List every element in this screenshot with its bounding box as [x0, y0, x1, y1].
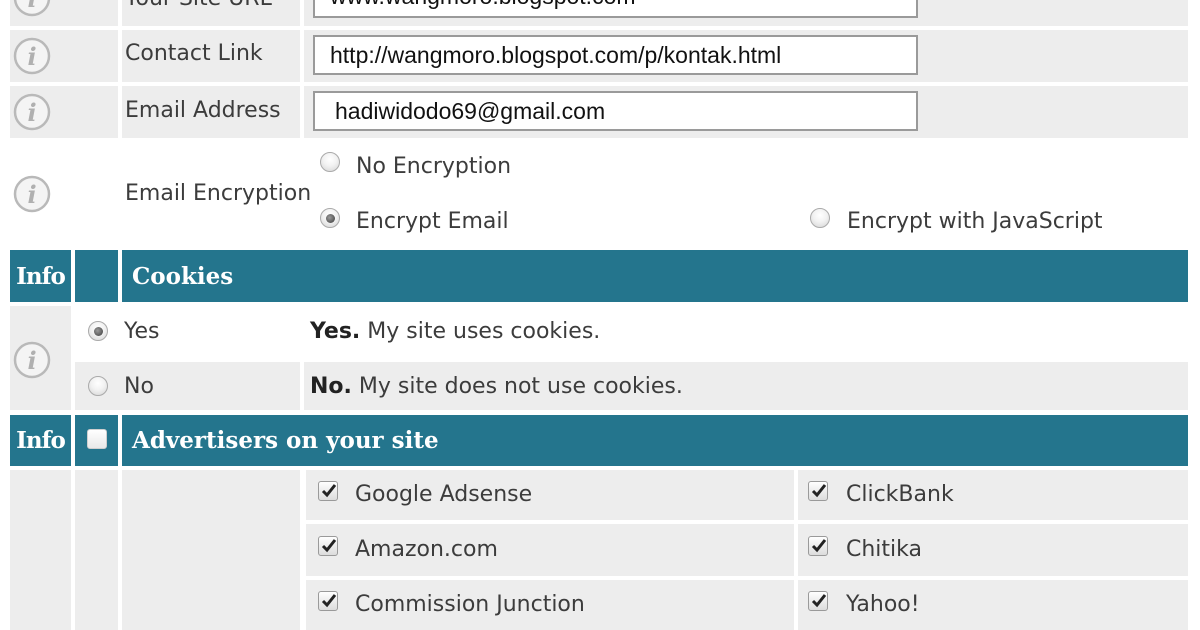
svg-text:i: i: [27, 180, 36, 209]
google-adsense-label[interactable]: Google Adsense: [355, 484, 532, 506]
info-icon[interactable]: i: [12, 92, 52, 132]
svg-text:i: i: [27, 346, 36, 375]
chitika-checkbox[interactable]: [808, 536, 828, 556]
info-icon[interactable]: i: [12, 340, 52, 380]
yahoo-checkbox[interactable]: [808, 591, 828, 611]
cookies-yes-description: Yes. My site uses cookies.: [310, 321, 600, 343]
cookies-yes-desc: My site uses cookies.: [367, 319, 601, 344]
cookies-no-radio[interactable]: [88, 376, 108, 396]
cookies-yes-label[interactable]: Yes: [124, 321, 160, 343]
info-icon[interactable]: i: [12, 36, 52, 76]
info-icon[interactable]: i: [12, 174, 52, 214]
cookies-no-desc: My site does not use cookies.: [358, 374, 683, 399]
cookies-info-heading: Info: [10, 250, 71, 302]
cookies-no-label[interactable]: No: [124, 376, 154, 398]
email-encryption-label: Email Encryption: [125, 181, 312, 206]
cookies-yes-radio[interactable]: [88, 321, 108, 341]
select-all-advertisers-checkbox[interactable]: [87, 429, 107, 449]
encrypt-email-radio[interactable]: [320, 208, 340, 228]
cookies-no-description: No. My site does not use cookies.: [310, 376, 683, 398]
clickbank-label[interactable]: ClickBank: [846, 484, 954, 506]
advertisers-title: Advertisers on your site: [132, 415, 439, 466]
contact-link-field[interactable]: http://wangmoro.blogspot.com/p/kontak.ht…: [313, 35, 918, 75]
clickbank-checkbox[interactable]: [808, 481, 828, 501]
info-icon[interactable]: i: [12, 0, 52, 18]
yahoo-label[interactable]: Yahoo!: [846, 594, 920, 616]
cookies-title: Cookies: [132, 250, 234, 302]
cookies-yes-bold: Yes.: [310, 319, 361, 344]
svg-text:i: i: [27, 0, 36, 13]
email-address-value: hadiwidodo69@gmail.com: [335, 97, 606, 124]
commission-junction-label[interactable]: Commission Junction: [355, 594, 585, 616]
amazon-label[interactable]: Amazon.com: [355, 539, 498, 561]
encrypt-email-label[interactable]: Encrypt Email: [356, 211, 509, 233]
no-encryption-label[interactable]: No Encryption: [356, 156, 511, 178]
svg-text:i: i: [27, 42, 36, 71]
email-address-field[interactable]: hadiwidodo69@gmail.com: [313, 91, 918, 131]
commission-junction-checkbox[interactable]: [318, 591, 338, 611]
chitika-label[interactable]: Chitika: [846, 539, 922, 561]
svg-text:i: i: [27, 98, 36, 127]
advertisers-info-heading: Info: [10, 415, 71, 466]
contact-link-label: Contact Link: [125, 41, 263, 66]
site-url-value: www.wangmoro.blogspot.com: [330, 0, 636, 10]
email-address-label: Email Address: [125, 98, 281, 123]
google-adsense-checkbox[interactable]: [318, 481, 338, 501]
encrypt-javascript-label[interactable]: Encrypt with JavaScript: [847, 211, 1103, 233]
site-url-field[interactable]: www.wangmoro.blogspot.com: [313, 0, 918, 18]
cookies-no-bold: No.: [310, 374, 352, 399]
encrypt-javascript-radio[interactable]: [810, 208, 830, 228]
contact-link-value: http://wangmoro.blogspot.com/p/kontak.ht…: [330, 41, 782, 68]
no-encryption-radio[interactable]: [320, 152, 340, 172]
site-url-label: Your Site URL: [125, 0, 272, 10]
amazon-checkbox[interactable]: [318, 536, 338, 556]
